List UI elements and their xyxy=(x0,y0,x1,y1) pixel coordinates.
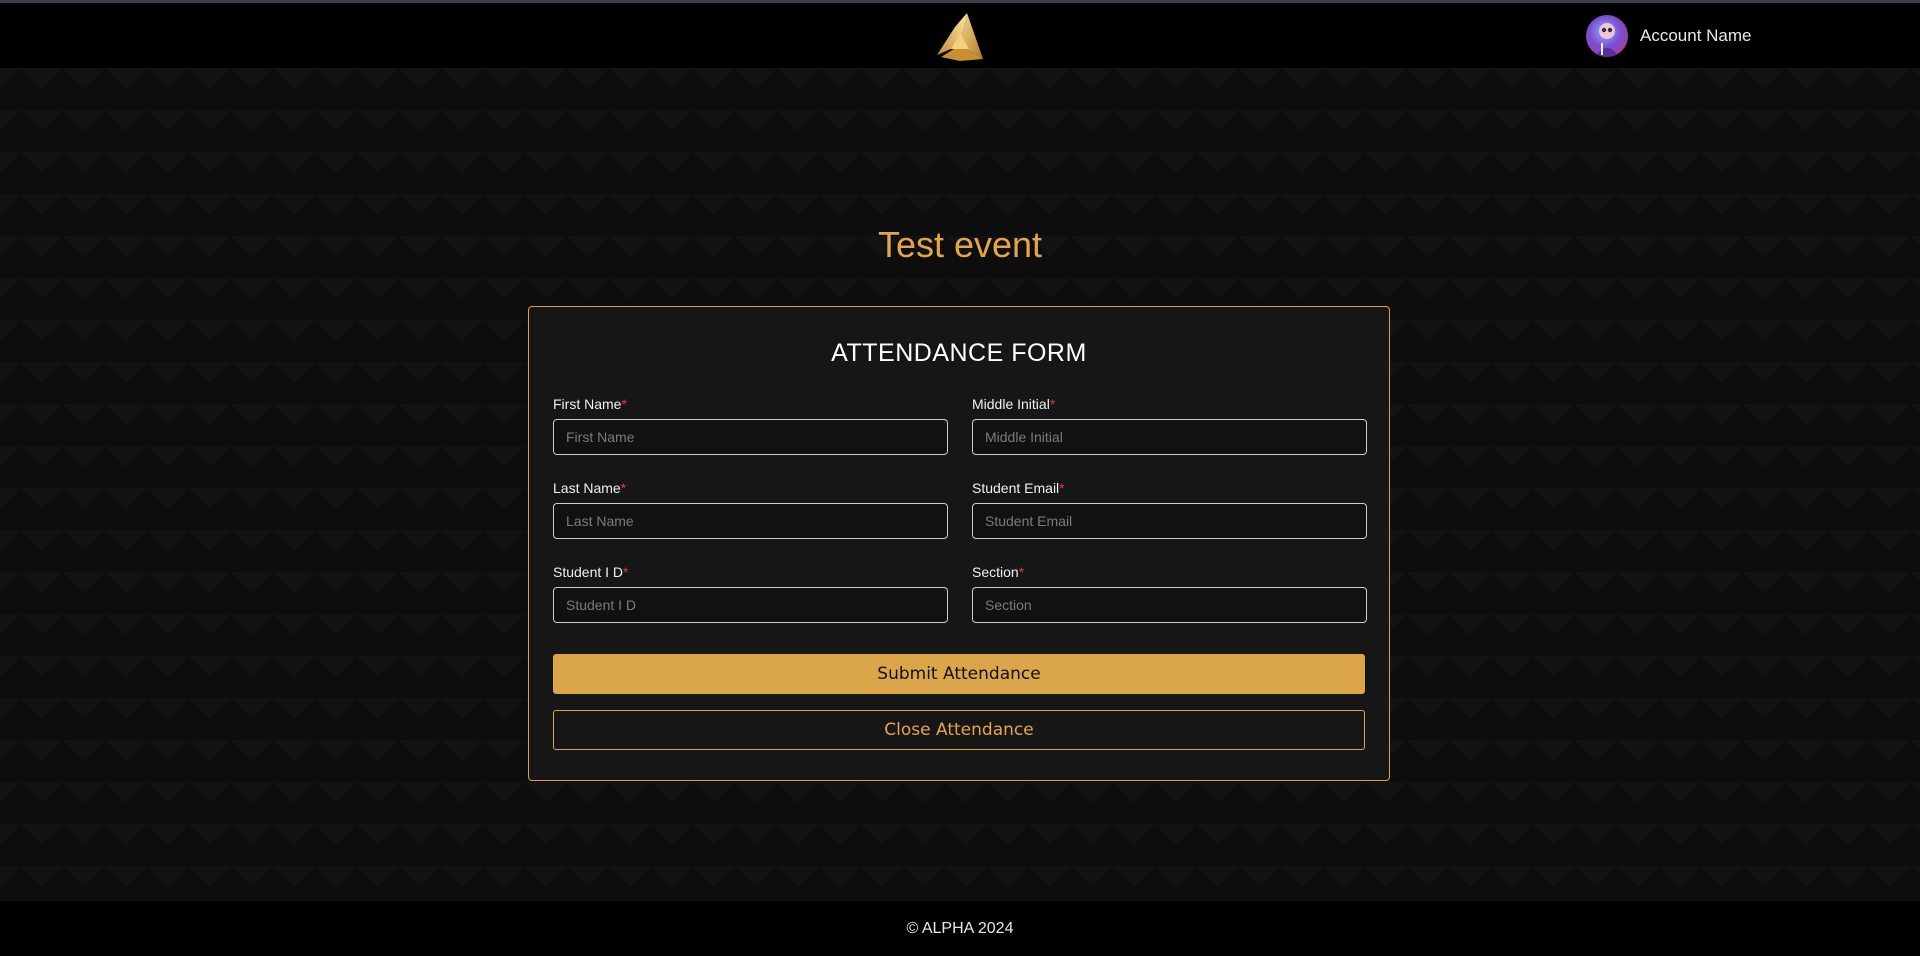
last-name-input[interactable] xyxy=(553,503,948,539)
first-name-input[interactable] xyxy=(553,419,948,455)
middle-initial-label: Middle Initial* xyxy=(972,396,1056,412)
required-marker: * xyxy=(620,480,627,496)
top-navbar: Account Name xyxy=(0,3,1920,68)
required-marker: * xyxy=(1059,480,1065,496)
student-id-field: Student I D* xyxy=(553,564,948,623)
student-email-input[interactable] xyxy=(972,503,1367,539)
required-marker: * xyxy=(623,564,629,580)
student-id-input[interactable] xyxy=(553,587,948,623)
required-marker: * xyxy=(621,396,627,412)
last-name-field: Last Name* xyxy=(553,480,948,539)
event-title: Test event xyxy=(877,224,1043,265)
required-marker: * xyxy=(1049,396,1056,412)
account-menu[interactable]: Account Name xyxy=(1586,15,1752,57)
avatar[interactable] xyxy=(1586,15,1628,57)
footer: © ALPHA 2024 xyxy=(0,901,1920,956)
main-content: Test event ATTENDANCE FORM First Name* M… xyxy=(0,68,1920,901)
copyright-text: © ALPHA 2024 xyxy=(906,919,1014,937)
section-label: Section* xyxy=(972,564,1025,580)
first-name-label: First Name* xyxy=(553,396,627,412)
last-name-label: Last Name* xyxy=(553,480,627,496)
section-input[interactable] xyxy=(972,587,1367,623)
submit-attendance-button[interactable]: Submit Attendance xyxy=(553,654,1365,694)
middle-initial-input[interactable] xyxy=(972,419,1367,455)
required-marker: * xyxy=(1018,564,1025,580)
student-email-field: Student Email* xyxy=(972,480,1367,539)
form-title: ATTENDANCE FORM xyxy=(831,339,1087,367)
student-email-label: Student Email* xyxy=(972,480,1065,496)
attendance-form-card: ATTENDANCE FORM First Name* Middle Initi… xyxy=(528,306,1390,781)
account-name[interactable]: Account Name xyxy=(1640,26,1752,46)
student-id-label: Student I D* xyxy=(553,564,629,580)
middle-initial-field: Middle Initial* xyxy=(972,396,1367,455)
first-name-field: First Name* xyxy=(553,396,948,455)
alpha-logo-icon[interactable] xyxy=(931,9,989,65)
close-attendance-button[interactable]: Close Attendance xyxy=(553,710,1365,750)
section-field: Section* xyxy=(972,564,1367,623)
